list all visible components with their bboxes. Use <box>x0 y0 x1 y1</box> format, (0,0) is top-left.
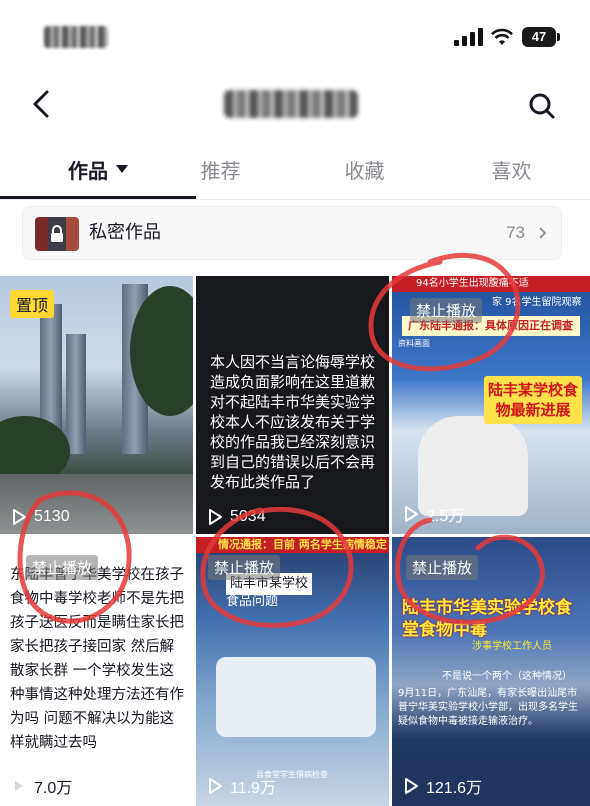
tab-favorites[interactable]: 收藏 <box>291 140 438 198</box>
view-count: 2.5万 <box>402 502 464 526</box>
news-banner: 94名小学生出现腹痛不适 <box>392 276 590 292</box>
tab-likes[interactable]: 喜欢 <box>438 140 585 198</box>
banned-tag: 禁止播放 <box>208 555 281 580</box>
battery-tip <box>557 33 560 41</box>
play-icon <box>13 509 26 525</box>
play-icon <box>405 778 418 794</box>
scene-tower <box>66 334 86 454</box>
lock-icon <box>51 225 63 242</box>
view-count: 5130 <box>10 508 70 526</box>
private-works-thumbnail <box>35 217 79 251</box>
battery-level: 47 <box>531 29 547 44</box>
video-caption: 东陆丰普宁华美学校在孩子食物中毒学校老师不是先把孩子送医反而是瞒住家长把家长把孩… <box>10 567 184 751</box>
video-card-6[interactable]: 陆丰市华美实验学校食堂食物中毒 涉事学校工作人员 不是说一个两个（这种情况） 9… <box>392 537 590 806</box>
speaker-label: 涉事学校工作人员 <box>472 641 552 652</box>
view-count-value: 5130 <box>34 508 70 525</box>
banned-tag: 禁止播放 <box>410 298 483 323</box>
scene-hospital-bed <box>216 657 376 737</box>
battery-icon: 47 <box>522 27 556 47</box>
view-count-value: 7.0万 <box>34 780 73 797</box>
profile-tabs: 作品 推荐 收藏 喜欢 <box>0 140 590 200</box>
video-card-5[interactable]: 情况通报：目前 两名学生病情稳定 陆丰市某学校 食品问题 县食堂学生借病检查 禁… <box>196 537 389 806</box>
private-works-count: 73 <box>506 223 525 242</box>
play-icon <box>13 778 26 794</box>
tab-favorites-label: 收藏 <box>344 158 385 183</box>
news-banner: 情况通报：目前 两名学生病情稳定 <box>196 537 389 553</box>
view-count-value: 121.6万 <box>426 780 483 797</box>
video-card-4[interactable]: 东陆丰普宁华美学校在孩子食物中毒学校老师不是先把孩子送医反而是瞒住家长把家长把孩… <box>0 537 193 806</box>
view-count-value: 5034 <box>230 508 266 525</box>
search-icon[interactable] <box>522 86 562 126</box>
profile-name-blurred <box>224 90 358 118</box>
chevron-right-icon <box>539 227 547 239</box>
news-body: 9月11日，广东汕尾，有家长曝出汕尾市普宁华美实验学校小学部，出现多名学生疑似食… <box>398 688 578 727</box>
play-icon <box>209 778 222 794</box>
view-count: 7.0万 <box>10 774 72 798</box>
video-card-1[interactable]: 置顶 5130 <box>0 276 193 534</box>
tab-likes-label: 喜欢 <box>491 158 532 183</box>
pinned-badge: 置顶 <box>10 290 55 318</box>
nav-bar <box>0 70 590 140</box>
scene-person <box>418 416 528 516</box>
view-count: 121.6万 <box>402 774 482 798</box>
status-time-blurred <box>44 26 108 48</box>
banned-tag: 禁止播放 <box>406 555 479 580</box>
speaker-quote: 不是说一个两个（这种情况） <box>442 671 572 682</box>
video-card-3[interactable]: 94名小学生出现腹痛不适 家 9名学生留院观察 广东陆丰通报：具体原因正在调查 … <box>392 276 590 534</box>
view-count: 5034 <box>206 508 266 526</box>
play-icon <box>405 506 418 522</box>
private-works-label: 私密作品 <box>89 222 161 243</box>
news-source: 资料画面 <box>398 339 430 348</box>
view-count-value: 11.9万 <box>230 780 276 797</box>
view-count-value: 2.5万 <box>426 508 465 525</box>
video-subtitle-2: 食品问题 <box>226 594 279 609</box>
video-card-2[interactable]: 本人因不当言论侮辱学校造成负面影响在这里道歉对不起陆丰市华美实验学校本人不应该发… <box>196 276 389 534</box>
private-works-row[interactable]: 私密作品 73 <box>22 206 562 260</box>
chevron-left-icon[interactable] <box>22 84 62 124</box>
view-count: 11.9万 <box>206 774 276 798</box>
video-caption: 本人因不当言论侮辱学校造成负面影响在这里道歉对不起陆丰市华美实验学校本人不应该发… <box>210 353 376 491</box>
video-grid: 置顶 5130 本人因不当言论侮辱学校造成负面影响在这里道歉对不起陆丰市华美实验… <box>0 276 590 806</box>
wifi-icon <box>491 28 513 45</box>
play-icon <box>209 509 222 525</box>
video-headline: 陆丰某学校食物最新进展 <box>484 376 582 424</box>
tab-recommend-label: 推荐 <box>200 158 241 183</box>
banned-tag: 禁止播放 <box>26 555 99 580</box>
tab-works-label: 作品 <box>68 158 108 183</box>
tab-recommend[interactable]: 推荐 <box>147 140 294 198</box>
caret-down-icon <box>116 165 128 173</box>
status-bar: 47 <box>0 0 590 70</box>
signal-icon <box>454 28 484 46</box>
video-headline: 陆丰市华美实验学校食堂食物中毒 <box>402 598 572 640</box>
